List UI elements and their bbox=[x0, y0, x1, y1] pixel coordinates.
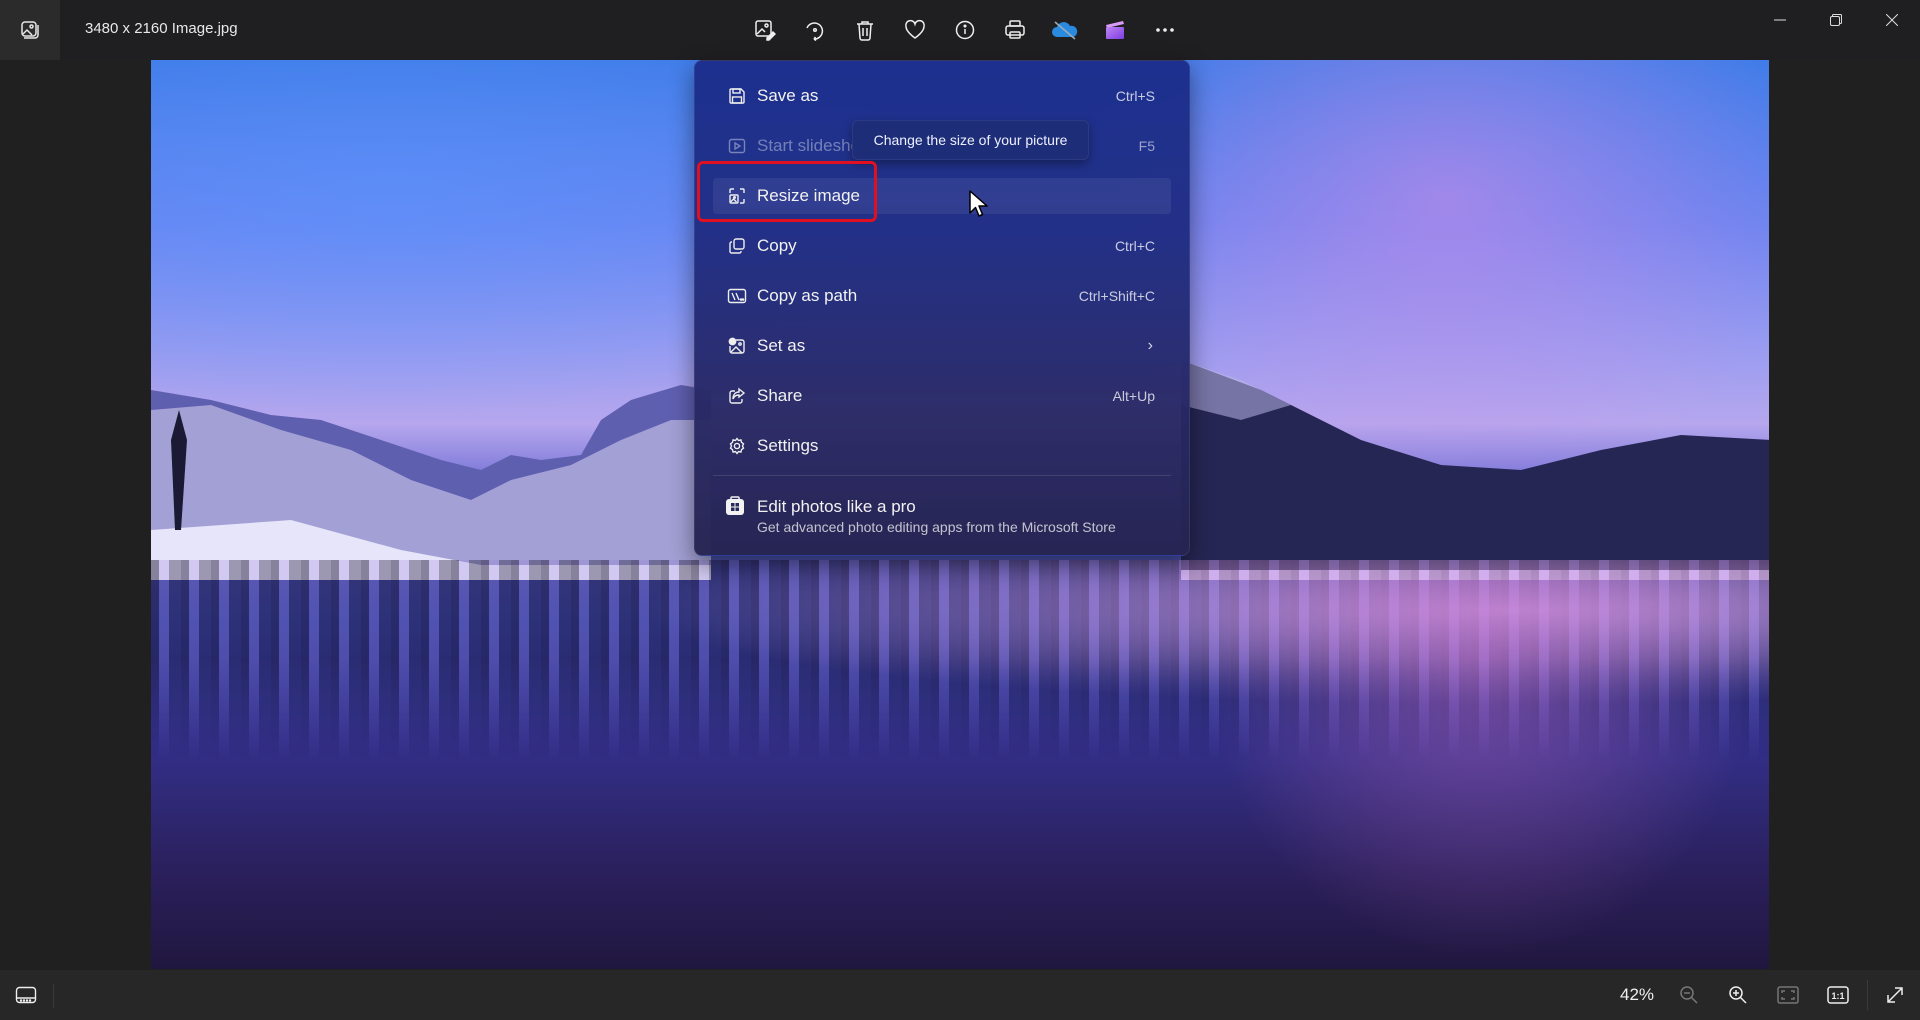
clipchamp-icon bbox=[1106, 21, 1124, 39]
bottom-bar: 42% 1:1 bbox=[0, 970, 1920, 1020]
photo-water-glow bbox=[1201, 580, 1761, 960]
promo-title: Edit photos like a pro bbox=[757, 497, 916, 516]
window-controls bbox=[1752, 0, 1920, 40]
window-title: 3480 x 2160 Image.jpg bbox=[85, 20, 238, 37]
restore-icon bbox=[1830, 14, 1842, 26]
minimize-button[interactable] bbox=[1752, 0, 1808, 40]
minimize-icon bbox=[1774, 19, 1786, 21]
more-icon bbox=[1156, 28, 1174, 32]
print-button[interactable] bbox=[990, 12, 1040, 48]
zoom-level[interactable]: 42% bbox=[1620, 985, 1654, 1005]
file-info-button[interactable] bbox=[940, 12, 990, 48]
trash-icon bbox=[857, 21, 873, 41]
save-icon bbox=[727, 86, 747, 106]
store-icon bbox=[726, 496, 744, 515]
zoom-in-icon bbox=[1729, 986, 1747, 1004]
svg-text:1:1: 1:1 bbox=[1831, 991, 1844, 1001]
delete-button[interactable] bbox=[840, 12, 890, 48]
heart-icon bbox=[905, 19, 925, 39]
toolbar bbox=[740, 12, 1190, 48]
menu-item-label: Settings bbox=[757, 436, 819, 455]
highlight-annotation-box bbox=[697, 161, 877, 222]
menu-item-shortcut: Ctrl+C bbox=[1114, 238, 1155, 254]
chevron-right-icon: › bbox=[1147, 337, 1153, 354]
menu-item-shortcut: Ctrl+Shift+C bbox=[1078, 288, 1155, 304]
title-bar: 3480 x 2160 Image.jpg bbox=[0, 0, 1920, 60]
menu-item-label: Copy as path bbox=[757, 286, 858, 305]
rotate-icon bbox=[806, 22, 824, 41]
copy-path-icon bbox=[727, 286, 747, 306]
clipchamp-button[interactable] bbox=[1090, 12, 1140, 48]
menu-item-settings[interactable]: Settings bbox=[713, 428, 1171, 464]
menu-separator bbox=[713, 475, 1171, 476]
menu-item-label: Save as bbox=[757, 86, 819, 105]
edit-image-button[interactable] bbox=[740, 12, 790, 48]
bottom-divider bbox=[53, 984, 54, 1008]
menu-item-shortcut: Alt+Up bbox=[1112, 388, 1155, 404]
info-icon bbox=[955, 20, 975, 40]
share-icon bbox=[727, 386, 747, 406]
menu-item-label: Copy bbox=[757, 236, 797, 255]
bottom-divider bbox=[1867, 980, 1868, 1010]
promo-subtitle: Get advanced photo editing apps from the… bbox=[757, 519, 1116, 535]
fullscreen-icon bbox=[1887, 987, 1903, 1003]
edit-image-icon bbox=[755, 20, 776, 41]
zoom-out-icon bbox=[1680, 986, 1698, 1004]
menu-item-label: Set as bbox=[757, 336, 806, 355]
menu-item-copy[interactable]: Copy Ctrl+C bbox=[713, 228, 1171, 264]
menu-item-share[interactable]: Share Alt+Up bbox=[713, 378, 1171, 414]
zoom-in-button[interactable] bbox=[1721, 980, 1755, 1010]
zoom-out-button[interactable] bbox=[1672, 980, 1706, 1010]
resize-tooltip: Change the size of your picture bbox=[852, 120, 1089, 160]
app-icon-button[interactable] bbox=[0, 0, 60, 60]
menu-item-shortcut: F5 bbox=[1138, 138, 1155, 154]
set-as-icon bbox=[727, 336, 747, 356]
filmstrip-button[interactable] bbox=[10, 982, 42, 1008]
onedrive-button[interactable] bbox=[1040, 12, 1090, 48]
menu-item-shortcut: Ctrl+S bbox=[1115, 88, 1155, 104]
fit-window-button[interactable] bbox=[1771, 980, 1805, 1010]
menu-item-set-as[interactable]: Set as › bbox=[713, 328, 1171, 364]
menu-item-label: Share bbox=[757, 386, 803, 405]
menu-item-copy-as-path[interactable]: Copy as path Ctrl+Shift+C bbox=[713, 278, 1171, 314]
mouse-cursor-icon bbox=[969, 190, 988, 217]
slideshow-icon bbox=[727, 136, 747, 156]
fullscreen-button[interactable] bbox=[1878, 980, 1912, 1010]
actual-size-button[interactable]: 1:1 bbox=[1821, 980, 1855, 1010]
gear-icon bbox=[727, 436, 747, 456]
close-icon bbox=[1886, 14, 1898, 26]
fit-window-icon bbox=[1777, 986, 1799, 1004]
rotate-button[interactable] bbox=[790, 12, 840, 48]
close-button[interactable] bbox=[1864, 0, 1920, 40]
restore-button[interactable] bbox=[1808, 0, 1864, 40]
onedrive-off-icon bbox=[1052, 21, 1078, 40]
menu-item-save-as[interactable]: Save as Ctrl+S bbox=[713, 78, 1171, 114]
photo-mountains-left bbox=[151, 385, 711, 580]
photos-app-icon bbox=[21, 21, 39, 39]
copy-icon bbox=[727, 236, 747, 256]
filmstrip-icon bbox=[15, 986, 37, 1004]
favorite-button[interactable] bbox=[890, 12, 940, 48]
printer-icon bbox=[1005, 20, 1025, 39]
actual-size-icon: 1:1 bbox=[1827, 986, 1849, 1004]
see-more-button[interactable] bbox=[1140, 12, 1190, 48]
